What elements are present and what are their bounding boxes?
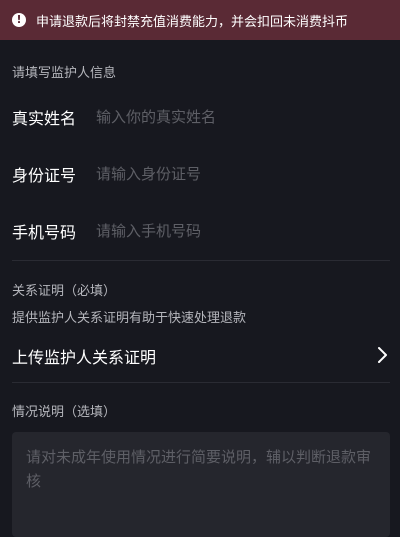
id-number-row: 身份证号 [0,154,400,194]
real-name-row: 真实姓名 [0,97,400,137]
divider [12,382,390,383]
id-number-label: 身份证号 [12,166,77,185]
phone-number-row: 手机号码 [0,211,400,251]
chevron-right-icon [378,347,387,363]
real-name-label: 真实姓名 [12,109,77,128]
guardian-section-title: 请填写监护人信息 [12,66,117,81]
exclamation-circle-icon: ! [12,13,26,27]
situation-section-title: 情况说明（选填） [12,405,117,420]
id-number-input[interactable] [96,159,376,189]
relation-section-title: 关系证明（必填） [12,284,117,299]
real-name-input[interactable] [96,102,376,132]
situation-textarea-container [12,432,390,537]
phone-number-input[interactable] [96,216,376,246]
upload-relation-proof-button[interactable]: 上传监护人关系证明 [0,338,400,372]
phone-number-label: 手机号码 [12,223,77,242]
warning-banner: ! 申请退款后将封禁充值消费能力，并会扣回未消费抖币 [0,0,400,40]
relation-hint: 提供监护人关系证明有助于快速处理退款 [12,311,247,326]
situation-textarea[interactable] [26,445,376,524]
upload-relation-proof-label: 上传监护人关系证明 [12,348,157,367]
warning-text: 申请退款后将封禁充值消费能力，并会扣回未消费抖币 [36,14,349,30]
divider [12,260,390,261]
